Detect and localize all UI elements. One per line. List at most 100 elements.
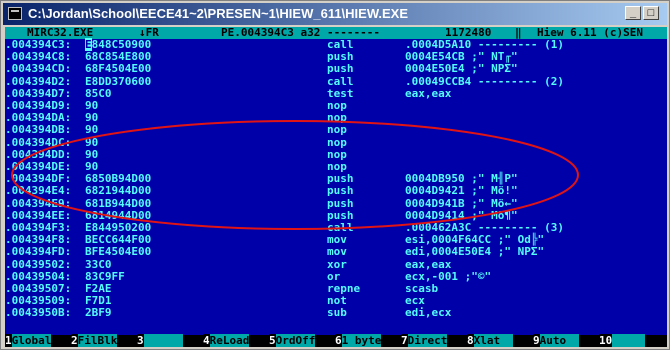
- disasm-row[interactable]: .004394C8: 68C854E800 push 0004E54CB ;" NT╓…: [5, 51, 667, 63]
- row-address: .004394D7:: [5, 86, 72, 100]
- row-address: .00439507:: [5, 282, 72, 295]
- disasm-row[interactable]: .00439509: F7D1 not ecx: [5, 295, 667, 307]
- console-window: C:\Jordan\School\EECE41~2\PRESEN~1\HIEW_…: [0, 0, 670, 350]
- disasm-row[interactable]: .004394F3: E844950200 call .000462A3C -----…: [5, 222, 667, 234]
- row-operands: scasb: [405, 282, 439, 295]
- disasm-row[interactable]: .004394D7: 85C0 test eax,eax: [5, 86, 667, 100]
- row-address: .004394DD:: [5, 147, 72, 161]
- row-operands: 0004D9421 ;" Mö!": [405, 184, 518, 198]
- disasm-row[interactable]: .00439507: F2AE repne scasb: [5, 283, 667, 295]
- disasm-row[interactable]: .004394DE: 90 nop: [5, 161, 667, 173]
- disasm-row[interactable]: .004394DB: 90 nop: [5, 124, 667, 136]
- row-address: .004394F8:: [5, 233, 72, 247]
- fkey-7[interactable]: 7Direct: [401, 334, 448, 347]
- row-operands: 0004D941B ;" Mö←": [405, 196, 518, 210]
- row-bytes: BFE4504E00: [85, 245, 152, 259]
- window-title: C:\Jordan\School\EECE41~2\PRESEN~1\HIEW_…: [28, 6, 409, 21]
- hiew-console[interactable]: MIRC32.EXE ↓FR PE.004394C3 a32 -------- …: [5, 27, 667, 347]
- disasm-row[interactable]: .004394DC: 90 nop: [5, 135, 667, 149]
- row-mnemonic: test: [327, 86, 354, 100]
- row-address: .004394D9:: [5, 99, 72, 112]
- row-operands: ecx: [405, 294, 425, 308]
- disasm-row[interactable]: .004394DF: 6850B94D00 push 0004DB950 ;" M╢P…: [5, 173, 667, 185]
- row-address: .00439509:: [5, 294, 72, 308]
- row-bytes: 68F4504E00: [85, 62, 152, 76]
- row-bytes: 90: [85, 99, 99, 112]
- row-operands: esi,0004F64CC ;" Od╠": [405, 233, 545, 247]
- disasm-row[interactable]: .004394D9: 90 nop: [5, 100, 667, 112]
- title-bar[interactable]: C:\Jordan\School\EECE41~2\PRESEN~1\HIEW_…: [3, 3, 667, 25]
- fkey-number: 2: [71, 334, 78, 347]
- fkey-5[interactable]: 5OrdOff: [269, 334, 316, 347]
- fkey-4[interactable]: 4ReLoad: [203, 334, 250, 347]
- row-operands: 0004E54CB ;" NT╓": [405, 50, 518, 64]
- disasm-row[interactable]: .004394C3: E848C50900 call .0004D5A10 -----…: [5, 38, 667, 51]
- minimize-button[interactable]: _: [625, 6, 641, 20]
- row-address: .004394FD:: [5, 245, 72, 259]
- row-operands: .0004D5A10 --------- (1): [405, 38, 564, 51]
- disasm-row[interactable]: .00439504: 83C9FF or ecx,-001 ;"©": [5, 269, 667, 283]
- row-mnemonic: nop: [327, 111, 347, 125]
- fkey-label: FilBlk: [77, 334, 118, 347]
- row-mnemonic: nop: [327, 147, 347, 161]
- fkey-label: [143, 334, 184, 347]
- row-address: .004394D2:: [5, 74, 72, 88]
- fkey-1[interactable]: 1Global: [5, 334, 52, 347]
- row-bytes: 33C0: [85, 257, 112, 271]
- row-operands: 0004E50E4 ;" NPΣ": [405, 62, 518, 76]
- row-bytes: 6814944D00: [85, 208, 152, 222]
- row-operands: .00049CCB4 --------- (2): [405, 74, 564, 88]
- row-address: .004394E9:: [5, 196, 72, 210]
- row-bytes: 85C0: [85, 86, 112, 100]
- fkey-10[interactable]: 10: [599, 334, 646, 347]
- disasm-row[interactable]: .004394E9: 681B944D00 push 0004D941B ;" Mö←…: [5, 196, 667, 210]
- row-address: .004394DB:: [5, 123, 72, 137]
- fkey-number: 7: [401, 334, 408, 347]
- fkey-6[interactable]: 61 byte: [335, 334, 382, 347]
- row-bytes: E848C50900: [85, 38, 151, 51]
- fkey-8[interactable]: 8Xlat: [467, 334, 514, 347]
- fkey-label: Xlat: [473, 334, 514, 347]
- disasm-row[interactable]: .0043950B: 2BF9 sub edi,ecx: [5, 307, 667, 319]
- row-mnemonic: nop: [327, 99, 347, 112]
- row-mnemonic: mov: [327, 233, 347, 247]
- fkey-9[interactable]: 9Auto: [533, 334, 580, 347]
- fkey-label: Direct: [407, 334, 448, 347]
- fkey-label: 1 byte: [341, 334, 382, 347]
- row-bytes: 90: [85, 135, 99, 149]
- row-mnemonic: nop: [327, 135, 347, 149]
- row-mnemonic: call: [327, 38, 354, 51]
- disasm-row[interactable]: .00439502: 33C0 xor eax,eax: [5, 257, 667, 271]
- console-app-icon[interactable]: [8, 7, 22, 20]
- disasm-row[interactable]: .004394DD: 90 nop: [5, 147, 667, 161]
- row-mnemonic: push: [327, 172, 354, 186]
- disasm-row[interactable]: .004394D2: E8DD370600 call .00049CCB4 -----…: [5, 74, 667, 88]
- row-mnemonic: nop: [327, 160, 347, 173]
- row-mnemonic: repne: [327, 282, 361, 295]
- disasm-row[interactable]: .004394DA: 90 nop: [5, 112, 667, 124]
- disasm-row[interactable]: .004394EE: 6814944D00 push 0004D9414 ;" Mö¶…: [5, 208, 667, 222]
- disasm-row[interactable]: .004394E4: 6821944D00 push 0004D9421 ;" Mö!…: [5, 185, 667, 197]
- fkey-label: Auto: [539, 334, 580, 347]
- row-bytes: F2AE: [85, 282, 112, 295]
- row-mnemonic: push: [327, 196, 354, 210]
- row-address: .004394F3:: [5, 221, 72, 234]
- row-bytes: 6821944D00: [85, 184, 152, 198]
- row-operands: edi,0004E50E4 ;" NPΣ": [405, 245, 545, 259]
- disasm-row[interactable]: .004394FD: BFE4504E00 mov edi,0004E50E4 ;" …: [5, 246, 667, 258]
- fkey-2[interactable]: 2FilBlk: [71, 334, 118, 347]
- row-mnemonic: push: [327, 50, 354, 64]
- fkey-3[interactable]: 3: [137, 334, 184, 347]
- row-bytes: 68C854E800: [85, 50, 152, 64]
- row-bytes: 90: [85, 147, 99, 161]
- row-operands: ecx,-001 ;"©": [405, 269, 492, 283]
- row-address: .00439504:: [5, 269, 72, 283]
- maximize-button[interactable]: □: [643, 6, 659, 20]
- row-address: .004394DF:: [5, 172, 72, 186]
- row-mnemonic: push: [327, 184, 354, 198]
- disasm-row[interactable]: .004394F8: BECC644F00 mov esi,0004F64CC ;" …: [5, 234, 667, 246]
- row-mnemonic: push: [327, 62, 354, 76]
- fkey-label: [612, 334, 646, 347]
- edit-cursor: E: [85, 38, 92, 51]
- disasm-row[interactable]: .004394CD: 68F4504E00 push 0004E50E4 ;" NPΣ…: [5, 63, 667, 75]
